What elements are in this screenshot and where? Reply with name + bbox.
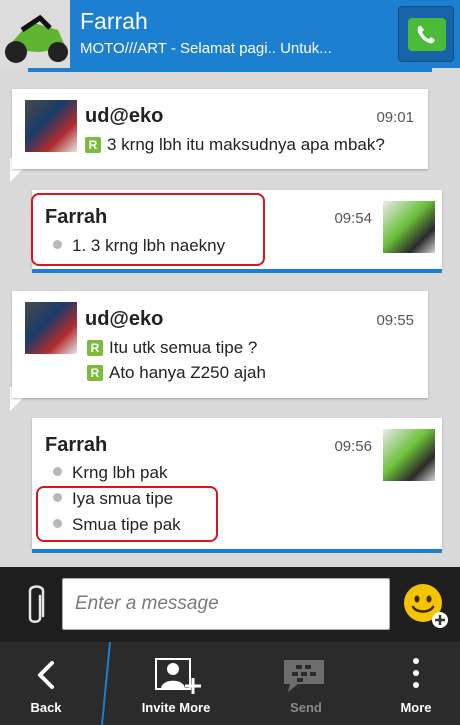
send-button[interactable]: Send [258,642,354,725]
message-input[interactable] [62,578,390,630]
message-bubble-incoming[interactable]: ud@eko 09:01 R3 krng lbh itu maksudnya a… [12,89,428,169]
message-time: 09:55 [376,312,414,329]
more-label: More [400,700,432,715]
message-time: 09:01 [376,109,414,126]
read-icon: R [87,365,103,381]
message-time: 09:54 [334,210,372,227]
attach-icon[interactable] [20,582,50,628]
header-underline [28,68,432,72]
motorbike-photo [0,0,70,68]
annotation-highlight [36,486,218,542]
message-sender: ud@eko [85,308,164,330]
sender-avatar[interactable] [25,100,77,152]
message-sender: Farrah [45,434,108,456]
contact-avatar[interactable] [0,0,70,68]
sender-avatar[interactable] [383,201,435,253]
delivered-dot-icon [53,467,62,476]
more-dots-icon [413,658,419,688]
message-underline [32,549,442,553]
chat-header: Farrah MOTO///ART - Selamat pagi.. Untuk… [0,0,460,68]
emoticon-button[interactable] [402,582,448,628]
message-underline [32,269,442,273]
sender-avatar[interactable] [25,302,77,354]
back-button[interactable]: Back [0,642,92,725]
more-button[interactable]: More [378,642,454,725]
message-text: R Ato hanya Z250 ajah [87,363,266,383]
back-arrow-icon [38,661,54,689]
message-sender: ud@eko [85,105,164,127]
back-label: Back [30,700,62,715]
add-contact-icon [155,658,201,694]
message-text: R Itu utk semua tipe ? [87,338,257,358]
invite-label: Invite More [141,700,211,715]
call-button[interactable] [398,6,454,62]
message-text: Krng lbh pak [53,463,167,483]
contact-name: Farrah [80,8,148,34]
contact-status: MOTO///ART - Selamat pagi.. Untuk... [80,40,332,57]
phone-icon [408,18,446,51]
message-text: R3 krng lbh itu maksudnya apa mbak? [85,135,385,155]
message-bubble-incoming[interactable]: ud@eko 09:55 R Itu utk semua tipe ? R Ato … [12,291,428,398]
smiley-icon [404,584,448,628]
read-icon: R [87,340,103,356]
sender-avatar[interactable] [383,429,435,481]
annotation-highlight [31,193,265,266]
bbm-send-icon [284,660,324,692]
send-label: Send [290,700,322,715]
message-time: 09:56 [334,438,372,455]
action-divider [101,642,111,725]
invite-more-button[interactable]: Invite More [128,642,224,725]
read-icon: R [85,137,101,153]
